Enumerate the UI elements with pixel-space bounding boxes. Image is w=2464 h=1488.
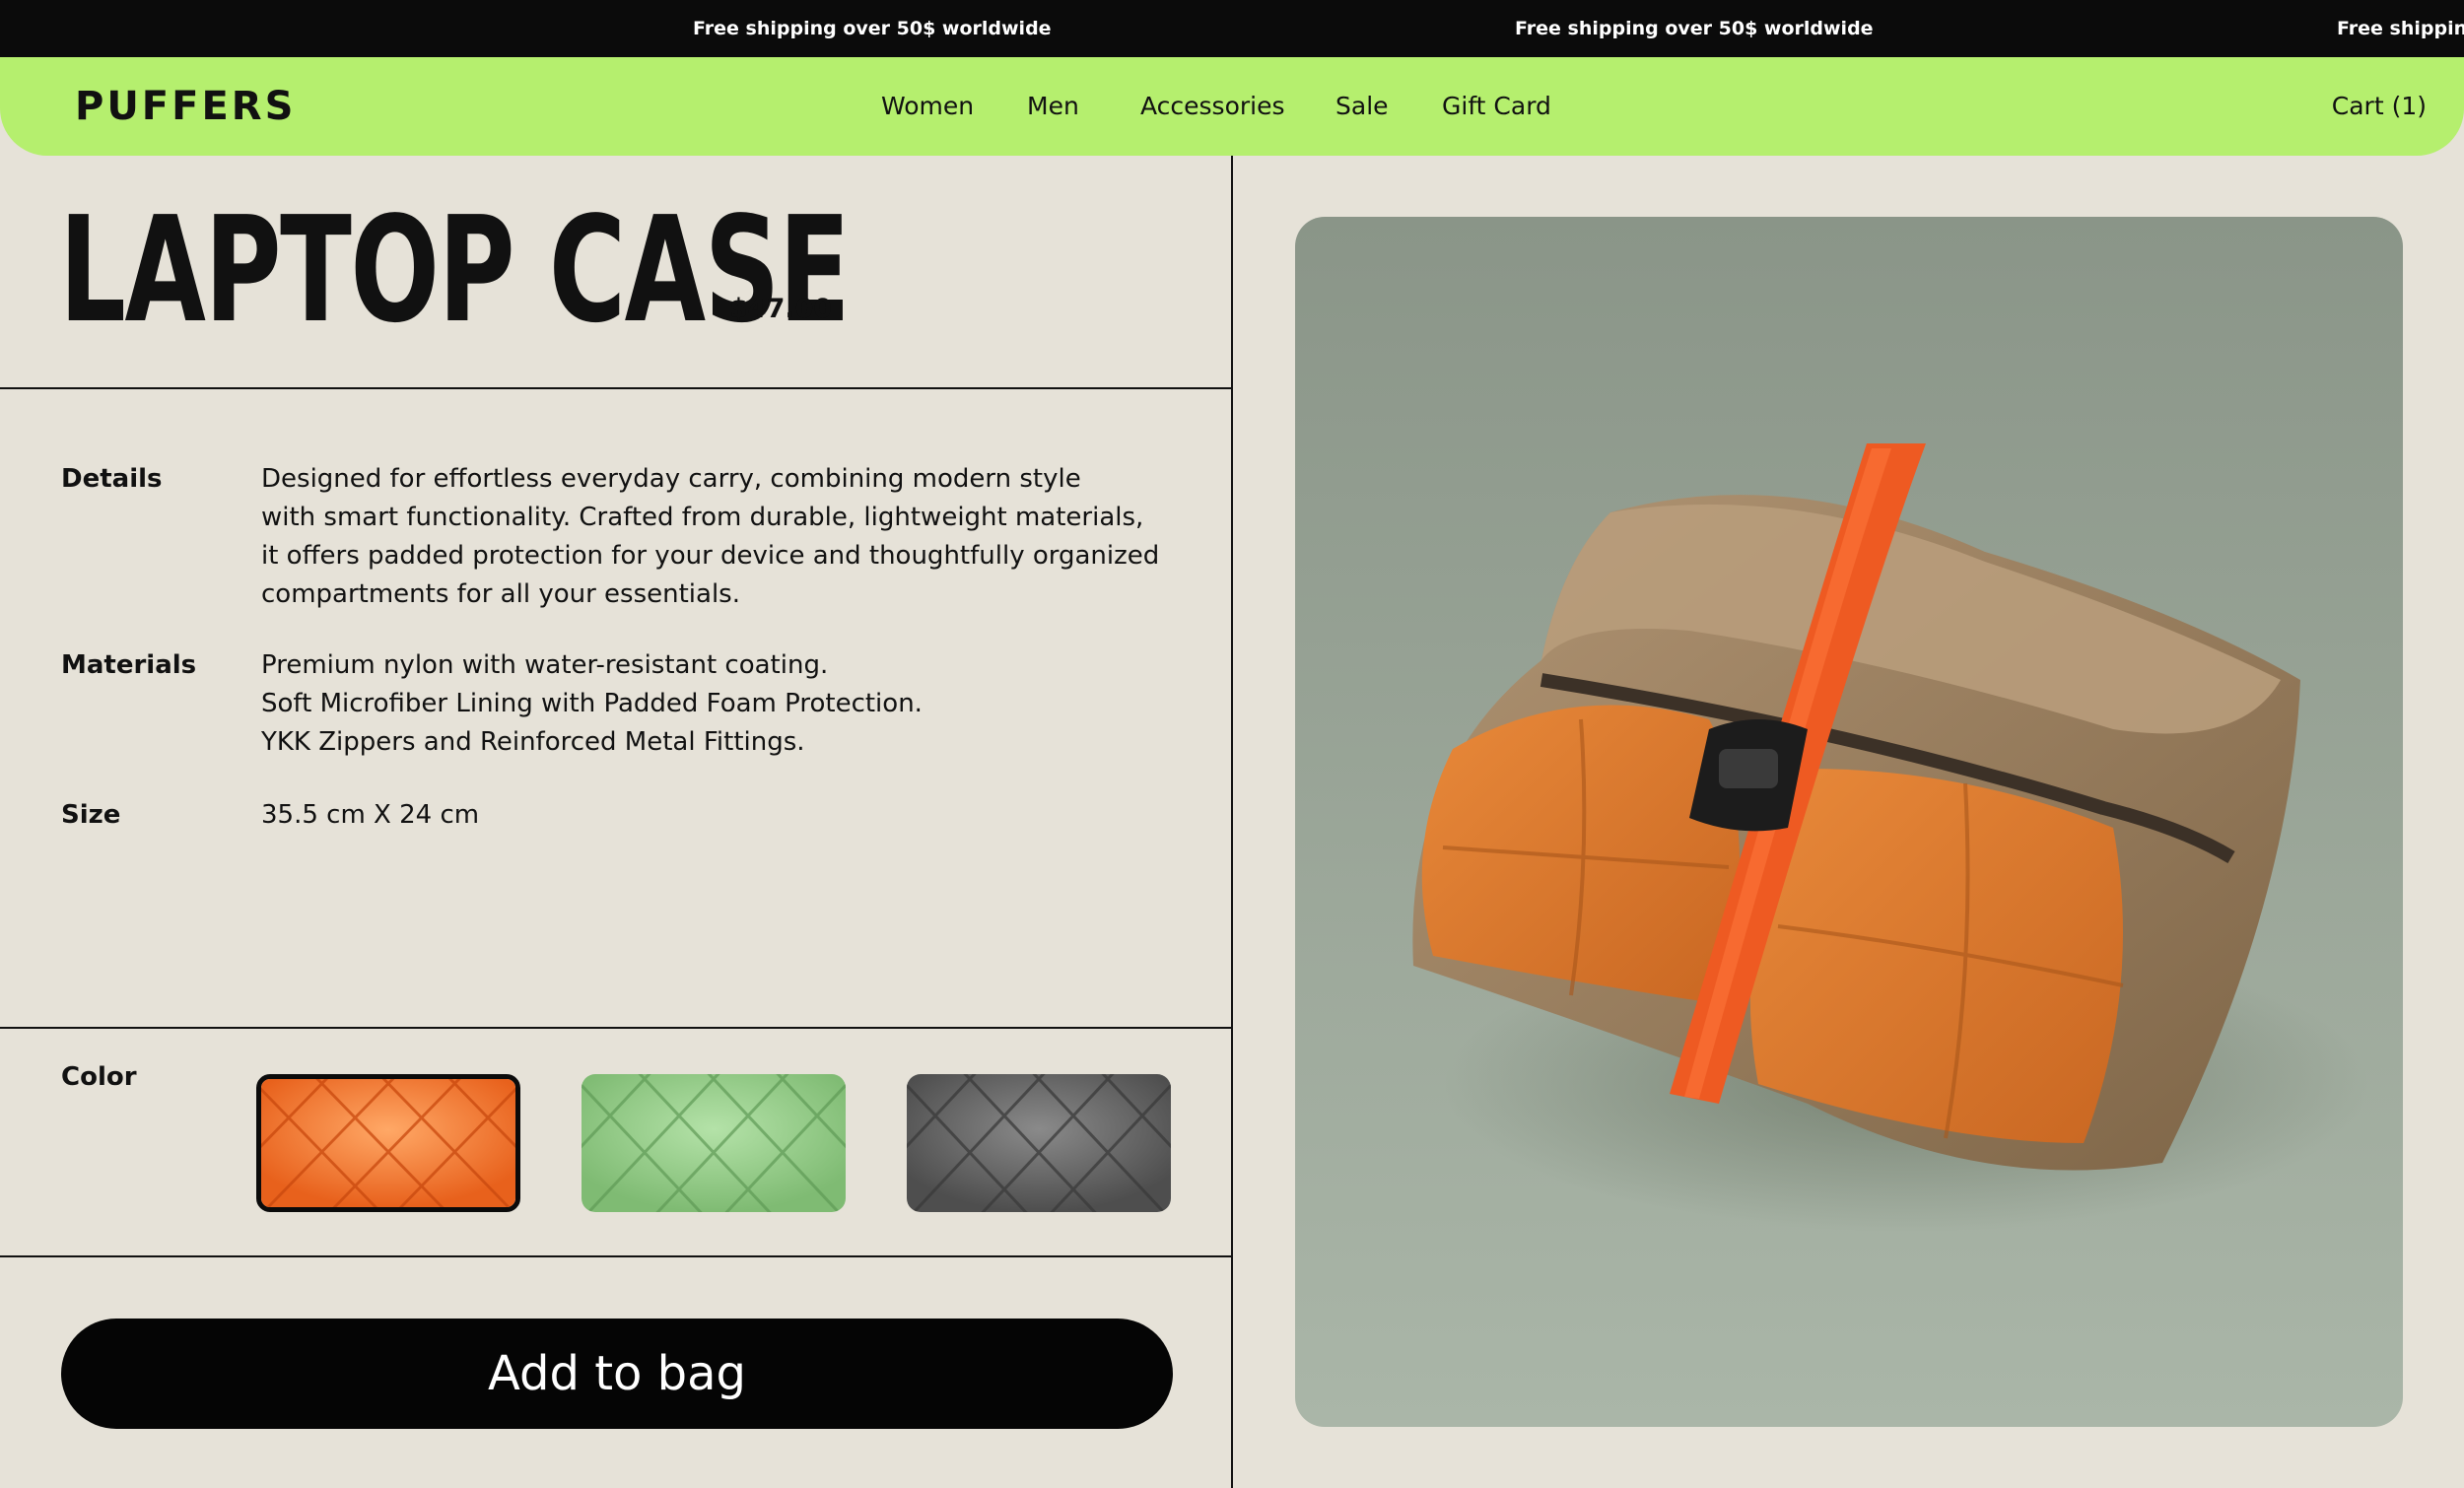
materials-label: Materials bbox=[61, 650, 197, 680]
quilted-pattern-gray bbox=[907, 1074, 1171, 1212]
color-swatch-gray[interactable] bbox=[907, 1074, 1171, 1212]
quilted-pattern-green bbox=[582, 1074, 846, 1212]
announcement-bar: Free shipping over 50$ worldwide Free sh… bbox=[0, 0, 2464, 57]
nav-link-accessories[interactable]: Accessories bbox=[1140, 57, 1285, 156]
materials-line: YKK Zippers and Reinforced Metal Fitting… bbox=[261, 727, 805, 757]
section-divider bbox=[0, 387, 1232, 389]
details-label: Details bbox=[61, 464, 163, 494]
quilted-pattern-orange bbox=[261, 1079, 515, 1207]
announcement-text: Free shipping over 50$ worldwide bbox=[1515, 18, 1874, 39]
section-divider bbox=[0, 1255, 1232, 1257]
size-label: Size bbox=[61, 800, 121, 830]
details-line: it offers padded protection for your dev… bbox=[261, 541, 1160, 571]
column-divider bbox=[1231, 156, 1233, 1488]
announcement-text: Free shipping over 50$ worldwide bbox=[693, 18, 1052, 39]
details-text: Designed for effortless everyday carry, … bbox=[261, 460, 1160, 614]
laptop-case-illustration bbox=[1295, 217, 2403, 1427]
details-line: with smart functionality. Crafted from d… bbox=[261, 503, 1144, 532]
color-swatch-green[interactable] bbox=[582, 1074, 846, 1212]
color-swatch-orange[interactable] bbox=[256, 1074, 520, 1212]
add-to-bag-button[interactable]: Add to bag bbox=[61, 1319, 1173, 1429]
product-image bbox=[1295, 217, 2403, 1427]
announcement-text: Free shipping over 50$ worldwide bbox=[2337, 18, 2464, 39]
brand-logo[interactable]: PUFFERS bbox=[75, 57, 296, 156]
size-value: 35.5 cm X 24 cm bbox=[261, 800, 480, 830]
materials-line: Soft Microfiber Lining with Padded Foam … bbox=[261, 689, 923, 718]
nav-link-sale[interactable]: Sale bbox=[1335, 57, 1389, 156]
details-line: Designed for effortless everyday carry, … bbox=[261, 464, 1081, 494]
color-label: Color bbox=[61, 1062, 137, 1092]
nav-link-gift-card[interactable]: Gift Card bbox=[1442, 57, 1551, 156]
main-navbar: PUFFERS Women Men Accessories Sale Gift … bbox=[0, 57, 2464, 156]
cart-link[interactable]: Cart (1) bbox=[2332, 57, 2427, 156]
nav-link-women[interactable]: Women bbox=[881, 57, 974, 156]
details-line: compartments for all your essentials. bbox=[261, 579, 740, 609]
product-price: $47.00 bbox=[729, 294, 833, 324]
materials-line: Premium nylon with water-resistant coati… bbox=[261, 650, 829, 680]
nav-link-men[interactable]: Men bbox=[1027, 57, 1079, 156]
materials-text: Premium nylon with water-resistant coati… bbox=[261, 646, 1148, 762]
section-divider bbox=[0, 1027, 1232, 1029]
